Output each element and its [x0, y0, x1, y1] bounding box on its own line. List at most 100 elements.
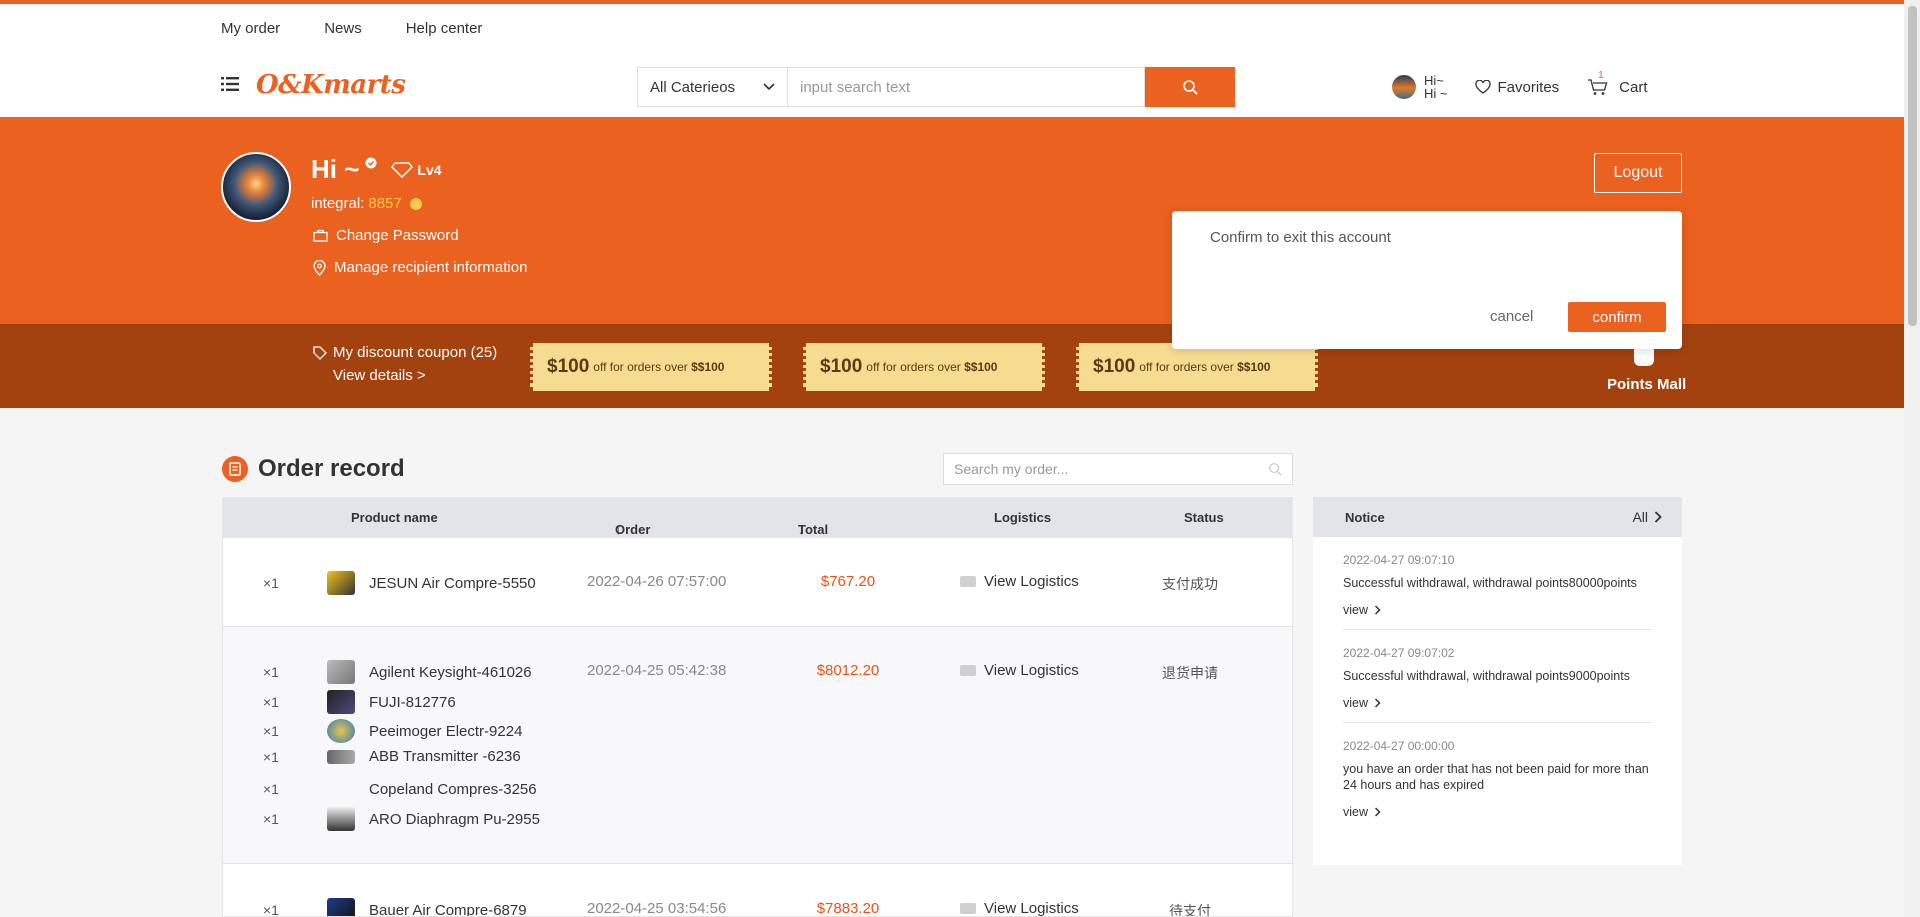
search-button[interactable]: [1145, 67, 1235, 107]
item-qty: ×1: [263, 664, 279, 680]
product-name[interactable]: ARO Diaphragm Pu-2955: [369, 811, 540, 828]
search-icon: [1269, 463, 1282, 476]
order-item: ×1 ABB Transmitter -6236: [263, 748, 521, 765]
col-status: Status: [1184, 510, 1224, 525]
scrollbar-thumb[interactable]: [1908, 6, 1917, 326]
cart-link[interactable]: 1 Cart: [1587, 70, 1648, 96]
category-select[interactable]: All Caterieos: [637, 67, 787, 107]
cancel-button[interactable]: cancel: [1490, 308, 1533, 325]
notice-date: 2022-04-27 00:00:00: [1343, 739, 1455, 753]
profile-greeting: Hi ~ Lv4: [311, 154, 442, 185]
order-date: 2022-04-25 05:42:38: [587, 662, 727, 679]
favorites-label: Favorites: [1497, 78, 1560, 96]
help-center-link[interactable]: Help center: [406, 20, 483, 37]
product-name[interactable]: JESUN Air Compre-5550: [369, 575, 536, 592]
notice-view-label: view: [1343, 603, 1369, 617]
product-name[interactable]: Agilent Keysight-461026: [369, 664, 532, 681]
coupon-amount: $100: [820, 356, 863, 377]
item-qty: ×1: [263, 575, 279, 591]
coupon-card[interactable]: $100 off for orders over $$100: [1076, 343, 1318, 391]
site-logo[interactable]: O&Kmarts: [256, 70, 406, 100]
verified-icon: [365, 157, 377, 168]
cart-count-badge: 1: [1598, 70, 1604, 81]
product-name[interactable]: Copeland Compres-3256: [369, 781, 537, 798]
tag-icon: [313, 345, 327, 360]
order-search-input[interactable]: Search my order...: [943, 453, 1293, 485]
product-name[interactable]: Peeimoger Electr-9224: [369, 723, 522, 740]
coupon-card[interactable]: $100 off for orders over $$100: [530, 343, 772, 391]
product-name[interactable]: FUJI-812776: [369, 694, 456, 711]
notice-date: 2022-04-27 09:07:02: [1343, 646, 1455, 660]
truck-icon: [960, 665, 976, 676]
coupon-condition: off for orders over: [1139, 360, 1238, 374]
points-mall-icon[interactable]: [1634, 348, 1654, 366]
view-logistics-link[interactable]: View Logistics: [960, 662, 1079, 679]
notice-view-link[interactable]: view: [1343, 805, 1652, 831]
chevron-right-icon: [1374, 807, 1381, 817]
view-logistics-link[interactable]: View Logistics: [960, 900, 1079, 917]
integral-value: 8857: [368, 195, 402, 212]
table-row[interactable]: ×1 Bauer Air Compre-6879 2022-04-25 03:5…: [223, 864, 1292, 917]
order-price: $8012.20: [816, 662, 880, 679]
notice-header: Notice All: [1313, 497, 1682, 537]
view-logistics-link[interactable]: View Logistics: [960, 573, 1079, 590]
logout-button[interactable]: Logout: [1594, 153, 1682, 193]
notice-text: Successful withdrawal, withdrawal points…: [1343, 576, 1637, 590]
truck-icon: [960, 903, 976, 914]
profile-greeting-text: Hi ~: [311, 154, 360, 184]
search-input[interactable]: input search text: [787, 67, 1145, 107]
order-status: 待支付: [1169, 903, 1211, 917]
view-details-link[interactable]: View details >: [333, 367, 497, 384]
header: My order News Help center O&Kmarts All C…: [0, 4, 1904, 117]
product-name[interactable]: ABB Transmitter -6236: [369, 748, 521, 765]
coupon-card[interactable]: $100 off for orders over $$100: [803, 343, 1045, 391]
order-table-header: Product name Order date ↓ Total price ↓ …: [223, 498, 1292, 552]
search-bar: All Caterieos input search text: [637, 67, 1235, 107]
heart-icon: [1475, 80, 1492, 94]
order-record-icon: [222, 456, 248, 482]
notice-view-label: view: [1343, 805, 1369, 819]
favorites-link[interactable]: Favorites: [1475, 79, 1559, 96]
notice-view-link[interactable]: view: [1343, 696, 1652, 722]
order-item: ×1 Agilent Keysight-461026: [263, 660, 532, 684]
item-qty: ×1: [263, 748, 279, 765]
product-name[interactable]: Bauer Air Compre-6879: [369, 902, 527, 917]
coupon-text: off for orders over $$100: [866, 360, 997, 374]
notice-date: 2022-04-27 09:07:10: [1343, 553, 1455, 567]
coupon-text: off for orders over $$100: [593, 360, 724, 374]
view-logistics-label: View Logistics: [984, 900, 1079, 917]
my-order-link[interactable]: My order: [221, 20, 280, 37]
profile-avatar[interactable]: [221, 152, 291, 222]
menu-icon[interactable]: [221, 76, 239, 92]
my-coupon-title: My discount coupon (25): [333, 344, 498, 361]
search-input-placeholder: input search text: [800, 78, 911, 96]
confirm-button[interactable]: confirm: [1568, 302, 1666, 332]
notice-view-link[interactable]: view: [1343, 603, 1652, 629]
table-row[interactable]: ×1 JESUN Air Compre-5550 2022-04-26 07:5…: [223, 538, 1292, 627]
col-product-name: Product name: [351, 510, 438, 525]
manage-recipient-label: Manage recipient information: [334, 259, 528, 276]
news-link[interactable]: News: [324, 20, 362, 37]
order-date: 2022-04-25 03:54:56: [587, 900, 727, 917]
coin-icon: [409, 197, 422, 210]
user-greeting: Hi~ Hi ~: [1424, 74, 1447, 100]
notice-text: you have an order that has not been paid…: [1343, 762, 1649, 792]
level-label: Lv4: [417, 161, 442, 178]
notice-all-link[interactable]: All: [1632, 509, 1662, 525]
manage-recipient-link[interactable]: Manage recipient information: [313, 259, 527, 276]
top-links: My order News Help center: [221, 20, 482, 37]
category-select-value: All Caterieos: [650, 78, 736, 96]
product-thumbnail: [327, 749, 355, 764]
table-row[interactable]: ×1 Agilent Keysight-461026 ×1 FUJI-81277…: [223, 627, 1292, 864]
change-password-link[interactable]: Change Password: [313, 227, 459, 244]
product-thumbnail: [327, 898, 355, 916]
coupon-condition: off for orders over: [866, 360, 965, 374]
points-mall-link[interactable]: Points Mall: [1607, 376, 1686, 393]
chevron-right-icon: [1374, 698, 1381, 708]
header-right: Hi~ Hi ~ Favorites 1 Cart: [1392, 70, 1648, 100]
integral-label: integral:: [311, 195, 365, 212]
product-thumbnail: [327, 777, 355, 801]
order-price: $7883.20: [816, 900, 880, 917]
user-menu[interactable]: Hi~ Hi ~: [1392, 74, 1447, 100]
order-item: ×1 Peeimoger Electr-9224: [263, 719, 522, 743]
